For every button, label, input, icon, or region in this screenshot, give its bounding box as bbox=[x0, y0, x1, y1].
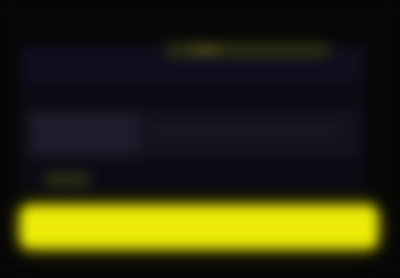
small-label bbox=[45, 172, 90, 186]
info-row-text-line bbox=[150, 125, 340, 135]
info-row-block bbox=[30, 112, 140, 154]
header-highlight-mark bbox=[190, 46, 220, 54]
primary-action-button[interactable] bbox=[20, 205, 378, 249]
blurred-screen bbox=[0, 0, 400, 278]
